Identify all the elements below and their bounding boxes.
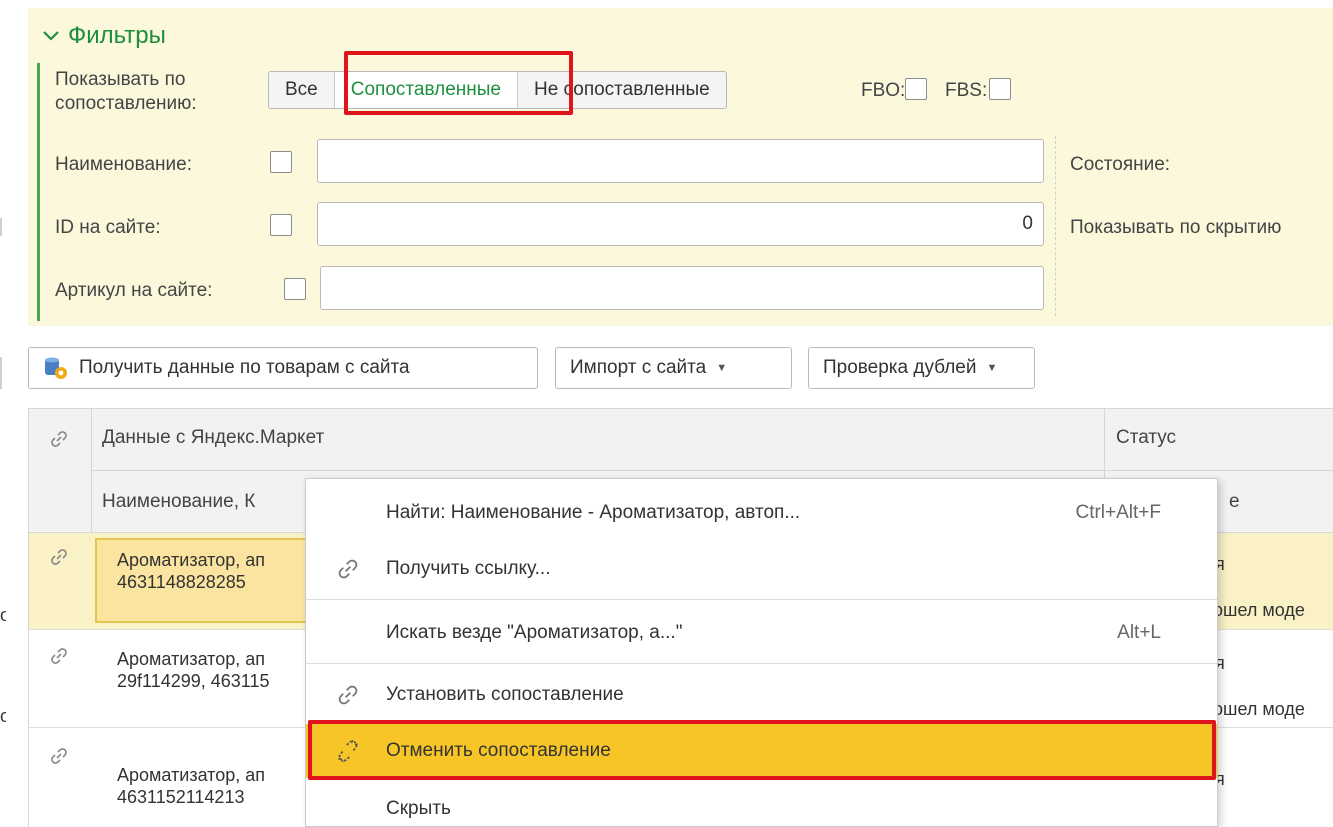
fbo-label: FBO:	[861, 80, 906, 101]
product-codes: 29f114299, 463115	[117, 671, 270, 691]
left-edge-mark	[0, 218, 2, 236]
cancel-mapping-highlight	[308, 720, 1216, 780]
product-status-detail: ошел моде	[1213, 600, 1305, 620]
product-status-detail: ошел моде	[1213, 699, 1305, 719]
get-site-data-label: Получить данные по товарам с сайта	[79, 357, 410, 378]
site-id-label: ID на сайте:	[55, 217, 161, 238]
link-column-header[interactable]	[29, 409, 92, 533]
yandex-data-group-header[interactable]: Данные с Яндекс.Маркет	[92, 409, 1105, 471]
fbs-checkbox[interactable]	[989, 78, 1011, 100]
menu-item-find[interactable]: Найти: Наименование - Ароматизатор, авто…	[306, 486, 1217, 540]
article-label: Артикул на сайте:	[55, 280, 213, 301]
product-name: Ароматизатор, ап	[117, 765, 266, 785]
article-input[interactable]	[320, 266, 1044, 310]
link-icon	[51, 431, 67, 447]
database-download-icon	[45, 357, 67, 379]
filters-title: Фильтры	[68, 22, 166, 49]
menu-item-label: Искать везде "Ароматизатор, а..."	[386, 622, 683, 643]
link-icon	[51, 748, 67, 764]
menu-item-label: Установить сопоставление	[386, 684, 624, 705]
product-codes: 4631152114213	[117, 787, 245, 807]
mapped-option-highlight	[344, 51, 573, 115]
dropdown-arrow-icon: ▼	[986, 362, 998, 374]
menu-item-shortcut: Ctrl+Alt+F	[1075, 502, 1161, 523]
link-icon	[51, 648, 67, 664]
product-name: Ароматизатор, ап	[117, 550, 266, 570]
mapping-option-all[interactable]: Все	[269, 72, 335, 108]
show-by-hidden-label: Показывать по скрытию	[1070, 217, 1282, 238]
menu-item-set-mapping[interactable]: Установить сопоставление	[306, 668, 1217, 722]
left-edge-text: о	[0, 706, 6, 726]
status-header[interactable]: Статус	[1105, 409, 1333, 471]
fbo-checkbox[interactable]	[905, 78, 927, 100]
menu-separator	[306, 663, 1217, 664]
left-edge-text: о	[0, 605, 6, 625]
menu-item-get-link[interactable]: Получить ссылку...	[306, 542, 1217, 596]
check-duplicates-label: Проверка дублей	[823, 357, 977, 378]
menu-item-search-everywhere[interactable]: Искать везде "Ароматизатор, а..." Alt+L	[306, 606, 1217, 660]
yandex-data-header-label: Данные с Яндекс.Маркет	[102, 427, 325, 448]
state-label: Состояние:	[1070, 154, 1171, 175]
product-name: Ароматизатор, ап	[117, 649, 266, 669]
status-sub-header-label: е	[1229, 491, 1240, 512]
chevron-down-icon	[43, 31, 59, 41]
name-input[interactable]	[317, 139, 1044, 183]
filters-group-line	[37, 63, 40, 321]
product-codes: 4631148828285	[117, 572, 246, 592]
import-from-site-button[interactable]: Импорт с сайта ▼	[555, 347, 792, 389]
filters-toggle[interactable]: Фильтры	[42, 22, 166, 50]
link-icon	[338, 685, 358, 705]
name-filter-checkbox[interactable]	[270, 151, 292, 173]
menu-item-label: Найти: Наименование - Ароматизатор, авто…	[386, 502, 801, 523]
menu-separator	[306, 599, 1217, 600]
name-column-header-label: Наименование, К	[102, 491, 256, 512]
filters-panel: Фильтры Показывать по сопоставлению: Все…	[28, 8, 1333, 326]
article-filter-checkbox[interactable]	[284, 278, 306, 300]
fbs-label: FBS:	[945, 80, 988, 101]
status-header-label: Статус	[1116, 427, 1177, 448]
show-by-mapping-label: Показывать по сопоставлению:	[55, 69, 197, 114]
get-site-data-button[interactable]: Получить данные по товарам с сайта	[28, 347, 538, 389]
import-from-site-label: Импорт с сайта	[570, 357, 707, 378]
menu-item-hide[interactable]: Скрыть	[306, 782, 1217, 827]
menu-item-label: Скрыть	[386, 798, 451, 819]
check-duplicates-button[interactable]: Проверка дублей ▼	[808, 347, 1035, 389]
filters-column-divider	[1055, 136, 1056, 316]
dropdown-arrow-icon: ▼	[716, 362, 728, 374]
name-label: Наименование:	[55, 154, 192, 175]
menu-item-shortcut: Alt+L	[1117, 622, 1161, 643]
menu-item-label: Получить ссылку...	[386, 558, 551, 579]
link-icon	[338, 559, 358, 579]
left-edge-mark	[0, 357, 2, 389]
site-id-input[interactable]: 0	[317, 202, 1044, 246]
site-id-filter-checkbox[interactable]	[270, 214, 292, 236]
link-icon	[51, 549, 67, 565]
